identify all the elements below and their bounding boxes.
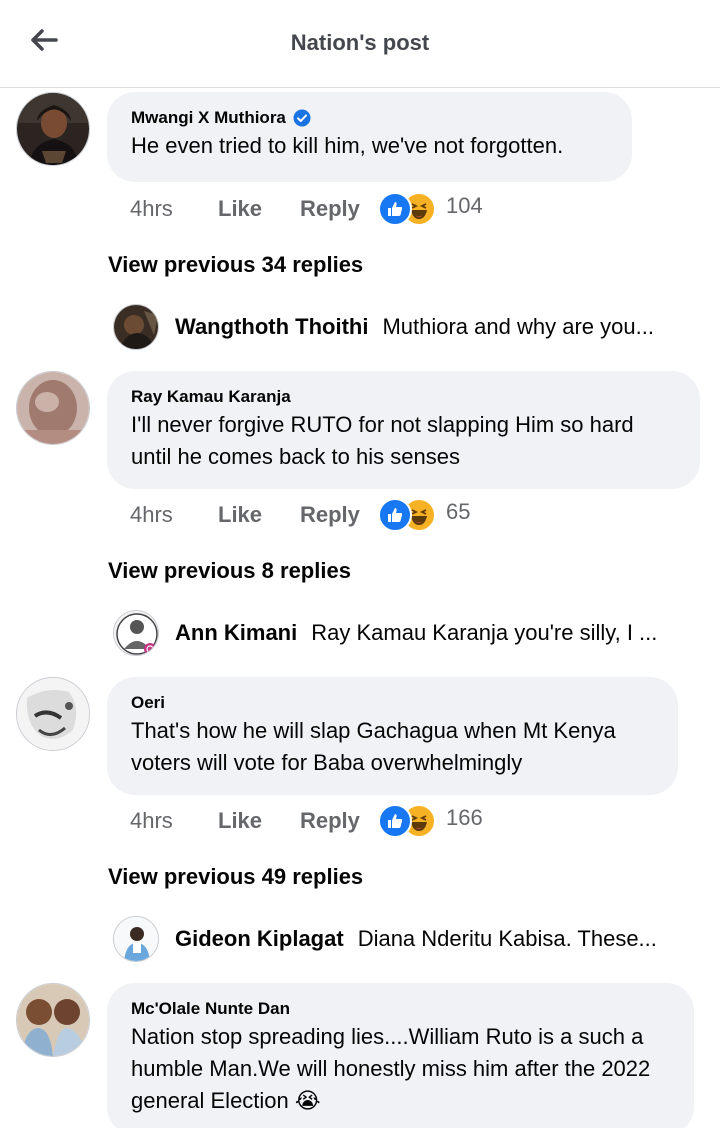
- comment-author[interactable]: Mc'Olale Nunte Dan: [131, 999, 290, 1019]
- latest-reply[interactable]: Gideon Kiplagat Diana Nderitu Kabisa. Th…: [113, 915, 703, 963]
- verified-badge-icon: [293, 109, 311, 127]
- like-reaction-icon: [378, 192, 412, 226]
- comment-actions: 4hrs Like Reply 65: [130, 498, 470, 532]
- comment-text: That's how he will slap Gachagua when Mt…: [131, 718, 616, 775]
- avatar[interactable]: [16, 92, 90, 166]
- reactions[interactable]: 65: [378, 498, 470, 532]
- avatar[interactable]: [113, 304, 159, 350]
- comment-time[interactable]: 4hrs: [130, 196, 218, 222]
- comment-text-body: Nation stop spreading lies....William Ru…: [131, 1024, 651, 1113]
- comment-bubble[interactable]: Oeri That's how he will slap Gachagua wh…: [107, 677, 678, 795]
- comment-actions: 4hrs Like Reply 166: [130, 804, 483, 838]
- avatar[interactable]: [113, 916, 159, 962]
- like-button[interactable]: Like: [218, 808, 300, 834]
- like-reaction-icon: [378, 804, 412, 838]
- reply-button[interactable]: Reply: [300, 808, 378, 834]
- comment-bubble[interactable]: Ray Kamau Karanja I'll never forgive RUT…: [107, 371, 700, 489]
- latest-reply[interactable]: Wangthoth Thoithi Muthiora and why are y…: [113, 303, 703, 351]
- reactions[interactable]: 166: [378, 804, 483, 838]
- comment-author[interactable]: Oeri: [131, 693, 165, 713]
- reactions[interactable]: 104: [378, 192, 483, 226]
- avatar[interactable]: [16, 983, 90, 1057]
- reply-author[interactable]: Gideon Kiplagat: [175, 926, 344, 952]
- post-header: Nation's post: [0, 0, 720, 88]
- reply-button[interactable]: Reply: [300, 196, 378, 222]
- avatar[interactable]: [16, 371, 90, 445]
- reply-author[interactable]: Ann Kimani: [175, 620, 297, 646]
- like-button[interactable]: Like: [218, 196, 300, 222]
- reply-text: Muthiora and why are you...: [382, 314, 654, 339]
- avatar[interactable]: [113, 610, 159, 656]
- reaction-count: 65: [446, 499, 471, 524]
- avatar[interactable]: [16, 677, 90, 751]
- comment-bubble[interactable]: Mwangi X Muthiora He even tried to kill …: [107, 92, 632, 182]
- reply-author[interactable]: Wangthoth Thoithi: [175, 314, 368, 340]
- comment-actions: 4hrs Like Reply 104: [130, 192, 483, 226]
- view-previous-replies-link[interactable]: View previous 34 replies: [108, 252, 363, 278]
- comment-time[interactable]: 4hrs: [130, 502, 218, 528]
- like-button[interactable]: Like: [218, 502, 300, 528]
- like-reaction-icon: [378, 498, 412, 532]
- latest-reply[interactable]: Ann Kimani Ray Kamau Karanja you're sill…: [113, 609, 703, 657]
- comment-author[interactable]: Ray Kamau Karanja: [131, 387, 291, 407]
- comment-time[interactable]: 4hrs: [130, 808, 218, 834]
- view-previous-replies-link[interactable]: View previous 49 replies: [108, 864, 363, 890]
- reply-button[interactable]: Reply: [300, 502, 378, 528]
- comment-text: He even tried to kill him, we've not for…: [131, 133, 564, 158]
- reply-text: Diana Nderitu Kabisa. These...: [357, 926, 657, 951]
- comment-bubble[interactable]: Mc'Olale Nunte Dan Nation stop spreading…: [107, 983, 694, 1128]
- reply-text: Ray Kamau Karanja you're silly, I ...: [311, 620, 658, 645]
- comment-text: Nation stop spreading lies....William Ru…: [131, 1021, 670, 1117]
- comment-author[interactable]: Mwangi X Muthiora: [131, 108, 286, 128]
- view-previous-replies-link[interactable]: View previous 8 replies: [108, 558, 351, 584]
- page-title: Nation's post: [290, 30, 430, 55]
- reaction-count: 166: [446, 805, 483, 830]
- crying-face-emoji: 😭: [294, 1088, 321, 1113]
- comment-text: I'll never forgive RUTO for not slapping…: [131, 412, 634, 469]
- reaction-count: 104: [446, 193, 483, 218]
